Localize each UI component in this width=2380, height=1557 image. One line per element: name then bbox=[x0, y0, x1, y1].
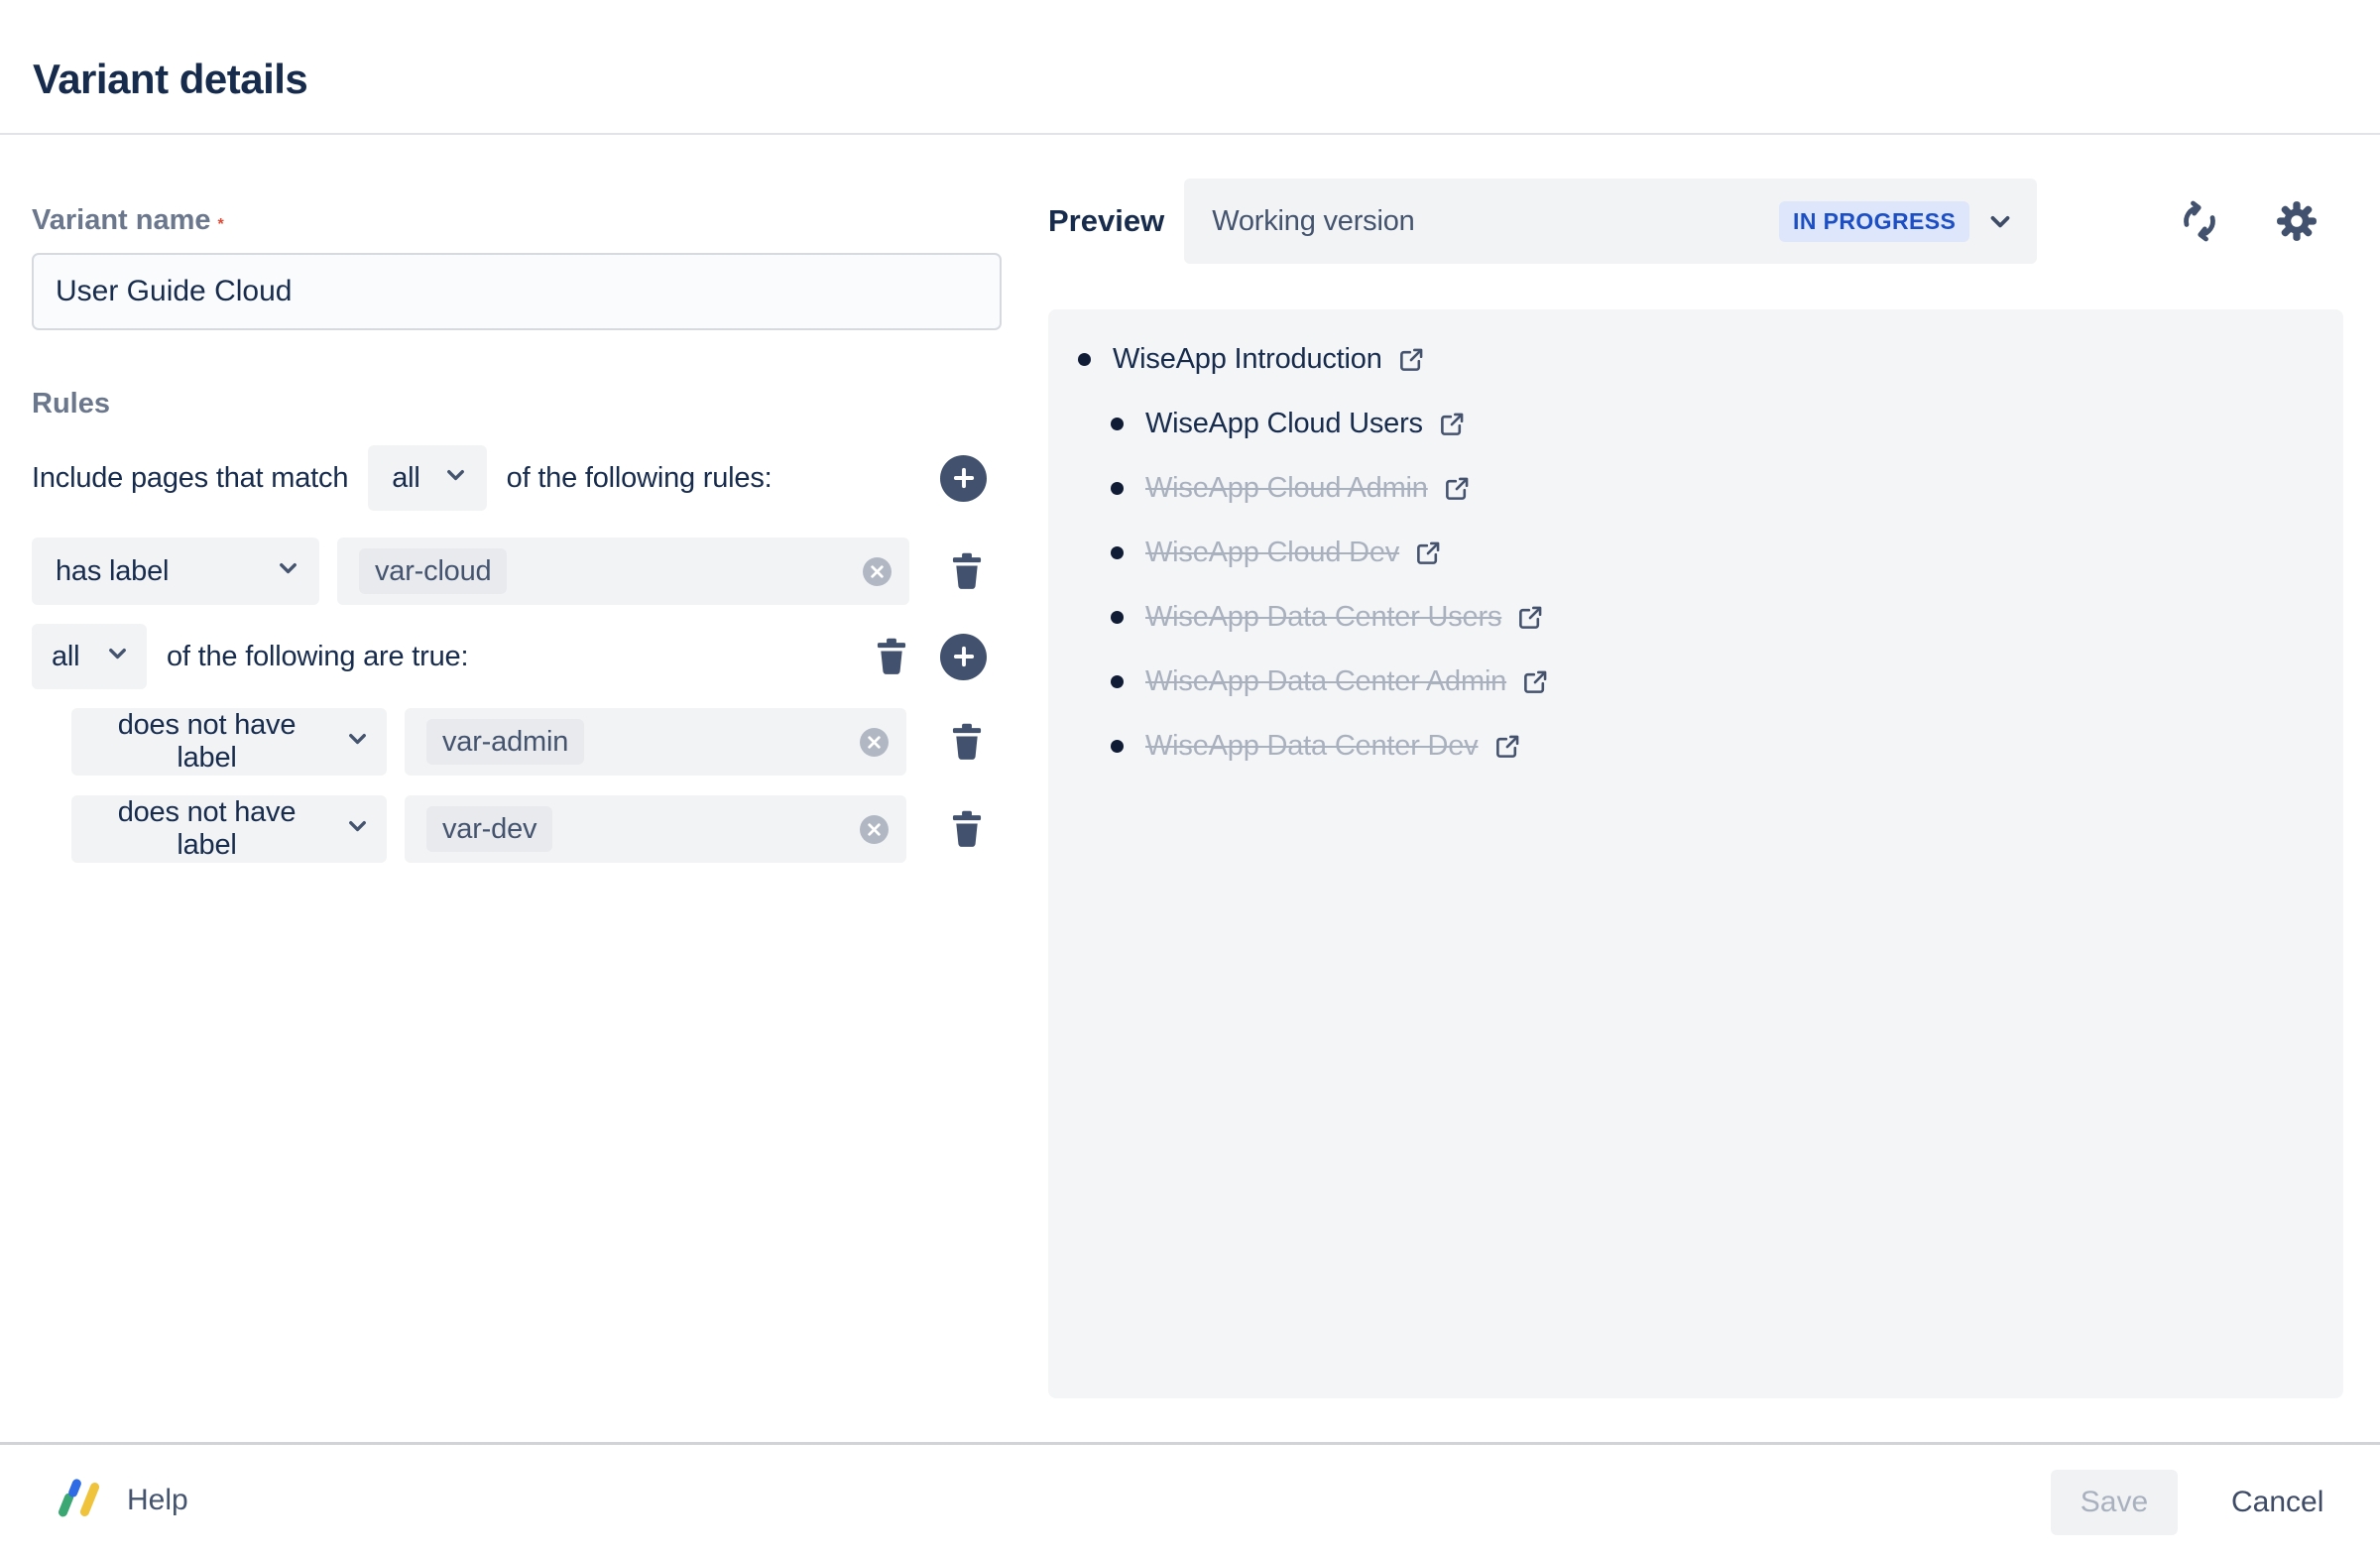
preview-header: Preview Working version IN PROGRESS bbox=[1048, 179, 2343, 264]
refresh-preview-button[interactable] bbox=[2177, 198, 2222, 244]
page-title-text: WiseApp Data Center Users bbox=[1145, 601, 1501, 634]
external-link-icon[interactable] bbox=[1517, 604, 1544, 631]
preview-heading: Preview bbox=[1048, 203, 1164, 239]
clear-value-button[interactable] bbox=[860, 815, 889, 844]
plus-icon bbox=[951, 644, 977, 669]
rule-row-admin: does not have label var-admin bbox=[32, 708, 1002, 776]
tree-item-excluded: WiseApp Cloud Admin bbox=[1048, 456, 2343, 521]
add-rule-button[interactable] bbox=[940, 455, 987, 502]
plus-icon bbox=[951, 465, 977, 491]
rule-row-dev: does not have label var-dev bbox=[32, 795, 1002, 863]
page-title-text: WiseApp Data Center Admin bbox=[1145, 665, 1506, 698]
rule-row-cloud: has label var-cloud bbox=[32, 538, 1002, 605]
add-group-rule-button[interactable] bbox=[940, 634, 987, 680]
rule-cloud-value-field[interactable]: var-cloud bbox=[337, 538, 909, 605]
external-link-icon[interactable] bbox=[1415, 539, 1442, 566]
chevron-down-icon bbox=[104, 640, 131, 674]
circle-x-icon bbox=[867, 822, 882, 837]
refresh-icon bbox=[2177, 198, 2222, 244]
tree-item-excluded: WiseApp Data Center Admin bbox=[1048, 650, 2343, 714]
match-sentence-prefix: Include pages that match bbox=[32, 462, 348, 495]
circle-x-icon bbox=[870, 564, 885, 579]
variant-name-label-row: Variant name * bbox=[32, 204, 1002, 237]
tri-slash-logo-icon bbox=[58, 1480, 103, 1521]
help-link[interactable]: Help bbox=[58, 1480, 188, 1521]
save-button[interactable]: Save bbox=[2051, 1470, 2178, 1535]
tree-item-excluded: WiseApp Cloud Dev bbox=[1048, 521, 2343, 585]
clear-value-button[interactable] bbox=[863, 557, 892, 586]
page-title-text: WiseApp Cloud Dev bbox=[1145, 537, 1399, 569]
gear-icon bbox=[2274, 198, 2320, 244]
clear-value-button[interactable] bbox=[860, 728, 889, 757]
header-divider bbox=[0, 133, 2380, 135]
rule-group-row: all of the following are true: bbox=[32, 623, 1002, 690]
page-title-text: WiseApp Cloud Admin bbox=[1145, 472, 1428, 505]
delete-rule-button[interactable] bbox=[944, 716, 990, 768]
match-rule-sentence: Include pages that match all of the foll… bbox=[32, 444, 1002, 512]
chevron-down-icon bbox=[275, 554, 301, 589]
match-sentence-suffix: of the following rules: bbox=[507, 462, 773, 495]
trash-icon bbox=[950, 810, 984, 848]
external-link-icon[interactable] bbox=[1522, 668, 1549, 695]
tree-item: WiseApp Introduction bbox=[1048, 327, 2343, 392]
circle-x-icon bbox=[867, 735, 882, 750]
group-operator-value: all bbox=[52, 641, 79, 673]
tree-item-excluded: WiseApp Data Center Dev bbox=[1048, 714, 2343, 778]
delete-rule-button[interactable] bbox=[944, 803, 990, 855]
external-link-icon[interactable] bbox=[1494, 733, 1521, 760]
external-link-icon[interactable] bbox=[1444, 475, 1471, 502]
rule-admin-condition-value: does not have label bbox=[91, 709, 322, 775]
footer-divider bbox=[0, 1442, 2380, 1445]
rules-heading: Rules bbox=[32, 388, 1002, 420]
group-sentence-suffix: of the following are true: bbox=[167, 641, 468, 673]
chevron-down-icon bbox=[344, 812, 371, 847]
page-title-text: WiseApp Introduction bbox=[1113, 343, 1382, 376]
rule-dev-condition-value: does not have label bbox=[91, 796, 322, 862]
page-title: Variant details bbox=[33, 56, 307, 103]
chevron-down-icon bbox=[1985, 206, 2015, 236]
rule-admin-condition-select[interactable]: does not have label bbox=[71, 708, 387, 776]
variant-name-input[interactable] bbox=[32, 253, 1002, 330]
variant-name-label: Variant name bbox=[32, 204, 211, 236]
delete-group-button[interactable] bbox=[869, 631, 914, 682]
required-asterisk: * bbox=[218, 216, 224, 233]
status-badge: IN PROGRESS bbox=[1779, 201, 1969, 242]
match-operator-select[interactable]: all bbox=[368, 445, 486, 511]
page-title-text: WiseApp Data Center Dev bbox=[1145, 730, 1479, 763]
trash-icon bbox=[950, 552, 984, 590]
rule-cloud-condition-value: has label bbox=[56, 555, 169, 588]
preview-settings-button[interactable] bbox=[2274, 198, 2320, 244]
match-operator-value: all bbox=[392, 462, 419, 495]
version-dropdown[interactable]: Working version IN PROGRESS bbox=[1184, 179, 2037, 264]
help-label: Help bbox=[127, 1484, 188, 1517]
rule-cloud-condition-select[interactable]: has label bbox=[32, 538, 319, 605]
variant-form: Variant name * Rules Include pages that m… bbox=[32, 204, 1002, 863]
preview-tree-panel: WiseApp Introduction WiseApp Cloud Users… bbox=[1048, 309, 2343, 1398]
label-chip: var-cloud bbox=[359, 548, 507, 594]
tree-item: WiseApp Cloud Users bbox=[1048, 392, 2343, 456]
label-chip: var-admin bbox=[426, 719, 584, 765]
page-tree: WiseApp Introduction WiseApp Cloud Users… bbox=[1048, 309, 2343, 778]
delete-rule-button[interactable] bbox=[944, 545, 990, 597]
variant-details-dialog: Variant details Variant name * Rules Incl… bbox=[0, 0, 2380, 1557]
trash-icon bbox=[950, 723, 984, 761]
chevron-down-icon bbox=[344, 725, 371, 760]
cancel-button[interactable]: Cancel bbox=[2219, 1470, 2335, 1535]
rule-admin-value-field[interactable]: var-admin bbox=[405, 708, 906, 776]
chevron-down-icon bbox=[442, 461, 469, 496]
rule-dev-condition-select[interactable]: does not have label bbox=[71, 795, 387, 863]
trash-icon bbox=[875, 638, 908, 675]
external-link-icon[interactable] bbox=[1398, 346, 1425, 373]
label-chip: var-dev bbox=[426, 806, 552, 852]
version-dropdown-value: Working version bbox=[1212, 205, 1414, 238]
group-operator-select[interactable]: all bbox=[32, 624, 147, 689]
rule-dev-value-field[interactable]: var-dev bbox=[405, 795, 906, 863]
external-link-icon[interactable] bbox=[1439, 411, 1466, 437]
page-title-text: WiseApp Cloud Users bbox=[1145, 408, 1423, 440]
tree-item-excluded: WiseApp Data Center Users bbox=[1048, 585, 2343, 650]
